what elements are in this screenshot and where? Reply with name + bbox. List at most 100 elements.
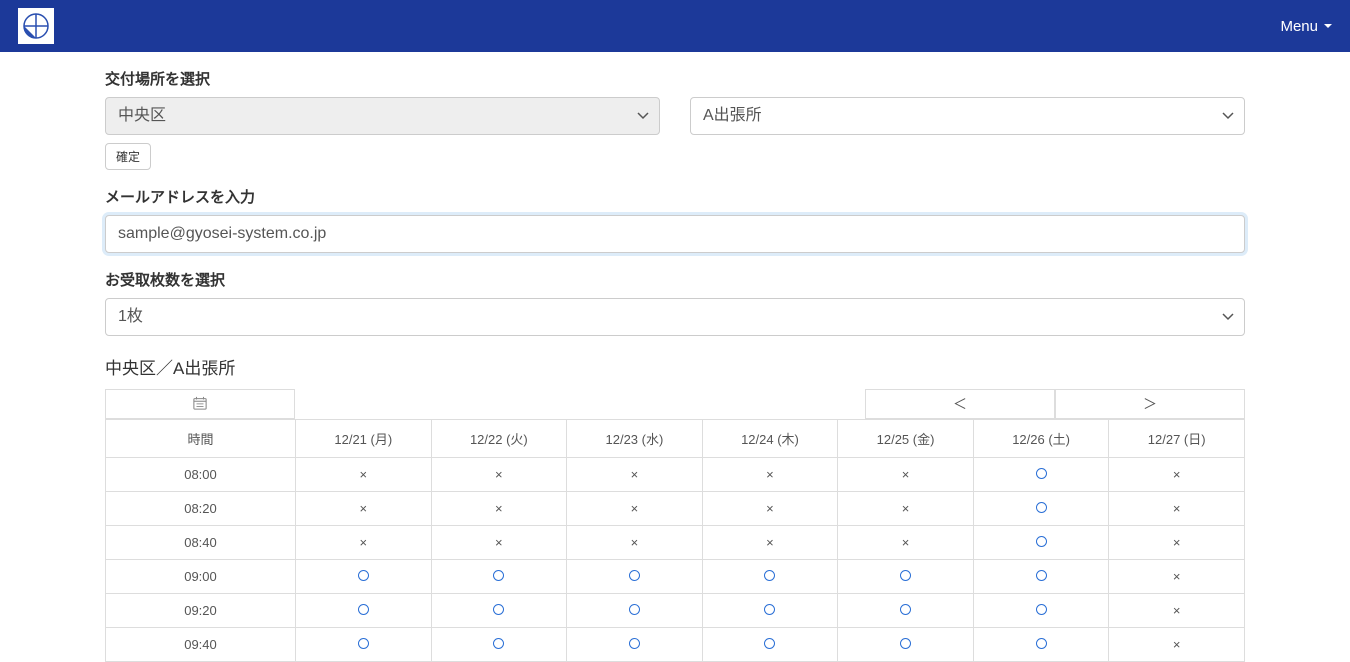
slot-cell[interactable] [431, 628, 567, 662]
slot-cell[interactable] [296, 628, 432, 662]
confirm-button[interactable]: 確定 [105, 143, 151, 170]
slot-cell[interactable] [567, 594, 703, 628]
slot-cell[interactable] [973, 594, 1109, 628]
slot-cell[interactable] [431, 560, 567, 594]
slot-cell[interactable] [296, 560, 432, 594]
available-icon [629, 570, 640, 581]
slot-cell[interactable] [973, 628, 1109, 662]
available-icon [900, 604, 911, 615]
table-row: 08:40×××××× [106, 526, 1245, 560]
slot-cell: × [702, 458, 838, 492]
slot-cell: × [702, 526, 838, 560]
date-header: 12/22 (火) [431, 420, 567, 458]
table-row: 09:40 × [106, 628, 1245, 662]
time-cell: 08:20 [106, 492, 296, 526]
available-icon [493, 638, 504, 649]
available-icon [493, 570, 504, 581]
calendar-icon [193, 396, 207, 413]
slot-cell[interactable] [431, 594, 567, 628]
calendar-button[interactable] [105, 389, 295, 419]
logo-icon [21, 11, 51, 41]
slot-cell: × [838, 492, 974, 526]
available-icon [629, 604, 640, 615]
slot-cell: × [1109, 628, 1245, 662]
available-icon [1036, 468, 1047, 479]
available-icon [358, 638, 369, 649]
slot-cell: × [431, 458, 567, 492]
app-logo [18, 8, 54, 44]
slot-cell[interactable] [567, 628, 703, 662]
available-icon [358, 570, 369, 581]
slot-cell[interactable] [973, 526, 1109, 560]
next-week-button[interactable]: ＞ [1055, 389, 1245, 419]
time-header: 時間 [106, 420, 296, 458]
slot-cell: × [1109, 526, 1245, 560]
slot-cell[interactable] [973, 492, 1109, 526]
slot-cell: × [567, 458, 703, 492]
ward-select[interactable]: 中央区 [105, 97, 660, 135]
date-header: 12/26 (土) [973, 420, 1109, 458]
slot-cell[interactable] [702, 594, 838, 628]
available-icon [493, 604, 504, 615]
time-cell: 08:00 [106, 458, 296, 492]
slot-cell: × [1109, 458, 1245, 492]
date-header: 12/25 (金) [838, 420, 974, 458]
quantity-select-label: お受取枚数を選択 [105, 269, 1245, 290]
chevron-down-icon [1324, 24, 1332, 28]
date-header: 12/23 (水) [567, 420, 703, 458]
table-row: 09:00× [106, 560, 1245, 594]
email-field[interactable] [105, 215, 1245, 253]
slot-cell: × [567, 492, 703, 526]
available-icon [900, 570, 911, 581]
date-header: 12/27 (日) [1109, 420, 1245, 458]
slot-cell: × [567, 526, 703, 560]
available-icon [764, 570, 775, 581]
slot-cell[interactable] [838, 594, 974, 628]
slot-cell: × [838, 526, 974, 560]
prev-week-button[interactable]: ＜ [865, 389, 1055, 419]
time-cell: 09:00 [106, 560, 296, 594]
available-icon [1036, 570, 1047, 581]
available-icon [1036, 604, 1047, 615]
available-icon [900, 638, 911, 649]
slot-cell[interactable] [838, 628, 974, 662]
slot-cell: × [296, 526, 432, 560]
slot-cell: × [702, 492, 838, 526]
time-cell: 09:40 [106, 628, 296, 662]
menu-label: Menu [1280, 18, 1318, 35]
slot-cell: × [1109, 492, 1245, 526]
available-icon [358, 604, 369, 615]
slot-cell: × [431, 492, 567, 526]
office-select[interactable]: A出張所 [690, 97, 1245, 135]
slot-cell[interactable] [973, 560, 1109, 594]
available-icon [1036, 502, 1047, 513]
schedule-toolbar: ＜ ＞ [105, 389, 1245, 419]
available-icon [764, 638, 775, 649]
available-icon [629, 638, 640, 649]
slot-cell[interactable] [838, 560, 974, 594]
menu-dropdown[interactable]: Menu [1280, 18, 1332, 35]
date-header: 12/24 (木) [702, 420, 838, 458]
slot-cell: × [1109, 594, 1245, 628]
slot-cell[interactable] [567, 560, 703, 594]
time-cell: 09:20 [106, 594, 296, 628]
available-icon [1036, 638, 1047, 649]
slot-cell[interactable] [702, 628, 838, 662]
table-row: 08:20×××××× [106, 492, 1245, 526]
quantity-select[interactable]: 1枚 [105, 298, 1245, 336]
slot-cell[interactable] [296, 594, 432, 628]
slot-cell: × [296, 492, 432, 526]
slot-cell[interactable] [702, 560, 838, 594]
table-row: 09:20 × [106, 594, 1245, 628]
schedule-title: 中央区／A出張所 [105, 354, 1245, 379]
schedule-table: 時間12/21 (月)12/22 (火)12/23 (水)12/24 (木)12… [105, 419, 1245, 662]
slot-cell: × [838, 458, 974, 492]
table-row: 08:00×××××× [106, 458, 1245, 492]
email-input-label: メールアドレスを入力 [105, 186, 1245, 207]
slot-cell[interactable] [973, 458, 1109, 492]
time-cell: 08:40 [106, 526, 296, 560]
navbar: Menu [0, 0, 1350, 52]
available-icon [1036, 536, 1047, 547]
slot-cell: × [296, 458, 432, 492]
slot-cell: × [431, 526, 567, 560]
